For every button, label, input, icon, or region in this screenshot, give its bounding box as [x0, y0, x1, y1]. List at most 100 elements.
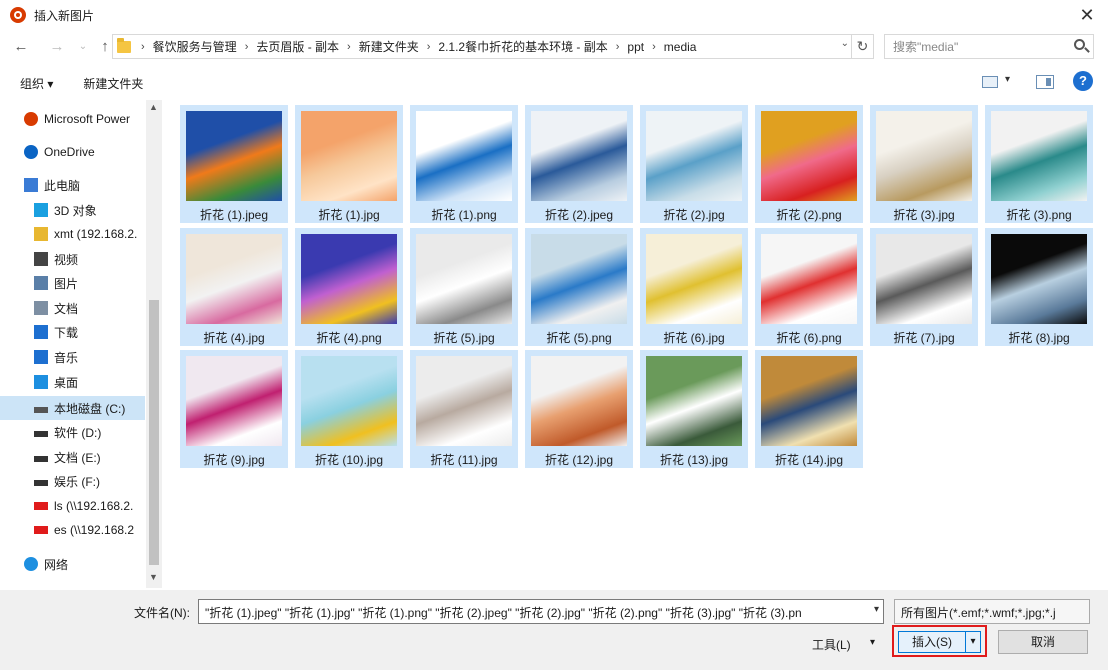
navigation-pane: Microsoft Power OneDrive 此电脑 3D 对象 xmt (192.…	[0, 100, 162, 588]
file-tile[interactable]: 折花 (3).png	[985, 105, 1093, 223]
cancel-button[interactable]: 取消	[998, 630, 1088, 654]
computer-icon	[24, 178, 38, 192]
download-icon	[34, 325, 48, 339]
file-tile[interactable]: 折花 (4).png	[295, 228, 403, 346]
sidebar-item[interactable]: 网络	[0, 552, 145, 576]
file-tile[interactable]: 折花 (2).png	[755, 105, 863, 223]
sidebar-item[interactable]: es (\\192.168.2	[0, 518, 145, 542]
address-row: ← → ⌄ ↑ › 餐饮服务与管理 › 去页眉版 - 副本 › 新建文件夹 › …	[0, 32, 1108, 62]
breadcrumb-item[interactable]: 餐饮服务与管理	[153, 38, 237, 55]
search-input[interactable]: 搜索"media"	[884, 34, 1094, 59]
image-thumbnail	[876, 234, 972, 324]
scrollbar-thumb[interactable]	[149, 300, 159, 565]
file-tile[interactable]: 折花 (6).png	[755, 228, 863, 346]
sidebar-item[interactable]: 图片	[0, 271, 145, 295]
sidebar-item[interactable]: OneDrive	[0, 140, 145, 164]
close-button[interactable]: ✕	[1076, 4, 1098, 26]
image-thumbnail	[531, 234, 627, 324]
sidebar-item-label: OneDrive	[44, 145, 95, 159]
sidebar-item[interactable]: 文档	[0, 296, 145, 320]
sidebar-item[interactable]: xmt (192.168.2.	[0, 222, 145, 246]
address-bar[interactable]: › 餐饮服务与管理 › 去页眉版 - 副本 › 新建文件夹 › 2.1.2餐巾折…	[112, 34, 874, 59]
sidebar-item-label: 桌面	[54, 375, 79, 390]
video-icon	[34, 252, 48, 266]
image-thumbnail	[646, 234, 742, 324]
sidebar-item[interactable]: 3D 对象	[0, 198, 145, 222]
image-thumbnail	[301, 111, 397, 201]
file-tile[interactable]: 折花 (1).jpeg	[180, 105, 288, 223]
filename-input[interactable]: "折花 (1).jpeg" "折花 (1).jpg" "折花 (1).png" …	[198, 599, 884, 624]
folder-icon	[117, 37, 131, 53]
sidebar-item-label: 下载	[54, 325, 79, 340]
address-dropdown-button[interactable]: ⌄	[841, 38, 849, 49]
scroll-up-arrow[interactable]: ▲	[149, 102, 158, 112]
view-options-icon[interactable]	[982, 76, 998, 88]
back-button[interactable]: ←	[10, 36, 32, 58]
sidebar-item[interactable]: 桌面	[0, 370, 145, 394]
file-name-label: 折花 (4).png	[316, 331, 382, 345]
image-thumbnail	[186, 356, 282, 446]
file-tile[interactable]: 折花 (3).jpg	[870, 105, 978, 223]
sidebar-scrollbar[interactable]: ▲ ▼	[146, 100, 162, 588]
file-tile[interactable]: 折花 (1).jpg	[295, 105, 403, 223]
file-tile[interactable]: 折花 (2).jpeg	[525, 105, 633, 223]
image-thumbnail	[416, 356, 512, 446]
file-tile[interactable]: 折花 (6).jpg	[640, 228, 748, 346]
file-name-label: 折花 (2).jpeg	[544, 208, 614, 222]
sidebar-item-label: xmt (192.168.2.	[54, 227, 138, 241]
scroll-down-arrow[interactable]: ▼	[149, 572, 158, 582]
breadcrumb-item[interactable]: 2.1.2餐巾折花的基本环境 - 副本	[438, 38, 607, 55]
file-tile[interactable]: 折花 (5).jpg	[410, 228, 518, 346]
file-tile[interactable]: 折花 (13).jpg	[640, 350, 748, 468]
view-dropdown-button[interactable]: ▾	[1005, 74, 1010, 85]
sidebar-item[interactable]: 文档 (E:)	[0, 445, 145, 469]
file-tile[interactable]: 折花 (4).jpg	[180, 228, 288, 346]
insert-dropdown-button[interactable]: ▾	[965, 631, 981, 653]
file-type-value: 所有图片(*.emf;*.wmf;*.jpg;*.j	[901, 606, 1056, 620]
sidebar-item[interactable]: 音乐	[0, 345, 145, 369]
sidebar-item[interactable]: ls (\\192.168.2.	[0, 494, 145, 518]
file-tile[interactable]: 折花 (14).jpg	[755, 350, 863, 468]
desktop-icon	[34, 375, 48, 389]
sidebar-item[interactable]: 此电脑	[0, 173, 145, 197]
refresh-button[interactable]: ↻	[851, 35, 873, 58]
image-thumbnail	[761, 234, 857, 324]
file-tile[interactable]: 折花 (12).jpg	[525, 350, 633, 468]
file-tile[interactable]: 折花 (10).jpg	[295, 350, 403, 468]
preview-pane-icon[interactable]	[1036, 75, 1054, 89]
file-tile[interactable]: 折花 (7).jpg	[870, 228, 978, 346]
sidebar-item-label: 本地磁盘 (C:)	[54, 401, 126, 416]
sidebar-item[interactable]: 娱乐 (F:)	[0, 469, 145, 493]
file-type-select[interactable]: 所有图片(*.emf;*.wmf;*.jpg;*.j	[894, 599, 1090, 624]
file-tile[interactable]: 折花 (11).jpg	[410, 350, 518, 468]
breadcrumb-item[interactable]: media	[664, 40, 697, 54]
file-tile[interactable]: 折花 (8).jpg	[985, 228, 1093, 346]
search-icon[interactable]	[1074, 39, 1085, 50]
file-name-label: 折花 (8).jpg	[1008, 331, 1070, 345]
breadcrumb-item[interactable]: ppt	[627, 40, 644, 54]
file-tile[interactable]: 折花 (9).jpg	[180, 350, 288, 468]
tools-dropdown-icon[interactable]: ▾	[870, 637, 875, 648]
sidebar-item[interactable]: 软件 (D:)	[0, 420, 145, 444]
insert-button[interactable]: 插入(S)	[898, 631, 966, 653]
file-tile[interactable]: 折花 (2).jpg	[640, 105, 748, 223]
new-folder-button[interactable]: 新建文件夹	[77, 71, 149, 96]
sidebar-item[interactable]: Microsoft Power	[0, 107, 145, 131]
file-tile[interactable]: 折花 (1).png	[410, 105, 518, 223]
help-icon[interactable]: ?	[1073, 71, 1093, 91]
filename-dropdown-icon[interactable]: ▾	[874, 604, 879, 615]
tools-button[interactable]: 工具(L)	[812, 636, 851, 653]
sidebar-item[interactable]: 本地磁盘 (C:)	[0, 396, 145, 420]
organize-button[interactable]: 组织 ▾	[14, 71, 59, 96]
image-thumbnail	[991, 111, 1087, 201]
sidebar-item[interactable]: 视频	[0, 247, 145, 271]
sidebar-item[interactable]: 下载	[0, 320, 145, 344]
file-tile[interactable]: 折花 (5).png	[525, 228, 633, 346]
forward-button[interactable]: →	[46, 36, 68, 58]
breadcrumb-item[interactable]: 去页眉版 - 副本	[256, 38, 339, 55]
sidebar-item-label: Microsoft Power	[44, 112, 131, 126]
file-name-label: 折花 (3).jpg	[893, 208, 955, 222]
image-thumbnail	[416, 234, 512, 324]
recent-dropdown-button[interactable]: ⌄	[72, 36, 94, 58]
breadcrumb-item[interactable]: 新建文件夹	[359, 38, 419, 55]
